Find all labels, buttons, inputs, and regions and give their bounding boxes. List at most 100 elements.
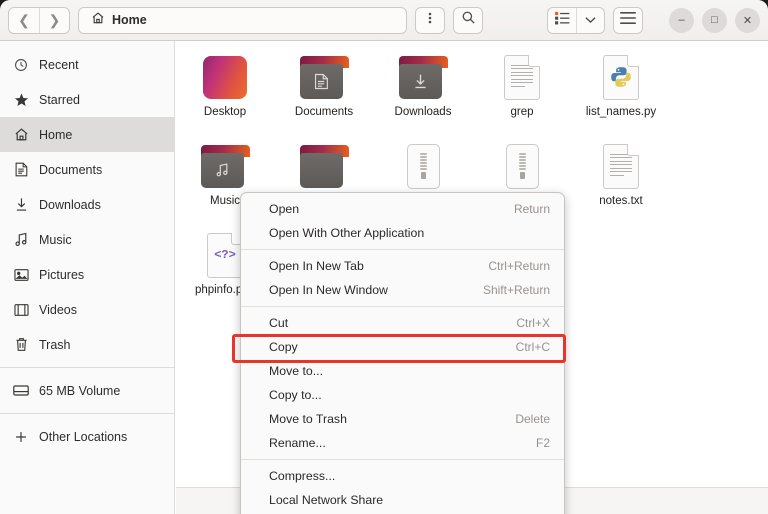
menu-item-move-to-trash[interactable]: Move to Trash Delete [241,407,564,431]
menu-item-compress[interactable]: Compress... [241,464,564,488]
sidebar-item-label: Other Locations [39,429,128,444]
menu-item-accel: Ctrl+X [516,316,550,330]
text-document-icon [504,51,540,103]
archive-icon [406,140,440,192]
trash-icon [13,337,29,353]
sidebar-item-label: Videos [39,302,77,317]
menu-item-label: Open [269,202,300,216]
vertical-dots-icon [428,11,432,30]
sidebar-item-pictures[interactable]: Pictures [0,257,174,292]
close-icon: ✕ [742,14,753,27]
sidebar-item-starred[interactable]: Starred [0,82,174,117]
folder-music-icon [200,140,250,192]
menu-item-local-network-share[interactable]: Local Network Share [241,488,564,512]
menu-separator [241,249,564,250]
menu-item-cut[interactable]: Cut Ctrl+X [241,311,564,335]
menu-item-label: Copy to... [269,388,322,402]
minimize-icon: – [678,14,685,26]
php-file-icon: <?> [207,229,243,281]
menu-item-open-with-other-application[interactable]: Open With Other Application [241,221,564,245]
menu-item-accel: Delete [515,412,550,426]
sidebar-separator [0,413,174,414]
minimize-button[interactable]: – [669,7,694,33]
menu-item-open-in-new-window[interactable]: Open In New Window Shift+Return [241,278,564,302]
sidebar-item-downloads[interactable]: Downloads [0,187,174,222]
home-icon [91,11,105,30]
menu-item-rename[interactable]: Rename... F2 [241,431,564,455]
view-mode-group [547,6,605,34]
chevron-right-icon: ❯ [48,11,61,28]
menu-item-label: Move to... [269,364,323,378]
menu-item-label: Cut [269,316,289,330]
sidebar-item-label: Documents [39,162,103,177]
menu-item-open-in-new-tab[interactable]: Open In New Tab Ctrl+Return [241,254,564,278]
sidebar-item-videos[interactable]: Videos [0,292,174,327]
forward-button[interactable]: ❯ [39,7,69,33]
menu-item-label: Compress... [269,469,336,483]
menu-item-open[interactable]: Open Return [241,197,564,221]
text-document-icon [603,140,639,192]
close-button[interactable]: ✕ [735,7,760,33]
sidebar-item-label: Home [39,127,73,142]
path-bar[interactable]: Home [78,6,407,34]
sidebar-item-trash[interactable]: Trash [0,327,174,362]
film-icon [13,302,29,318]
menu-item-accel: F2 [535,436,550,450]
menu-item-copy-to[interactable]: Copy to... [241,383,564,407]
menu-item-accel: Ctrl+Return [488,259,550,273]
menu-item-label: Open In New Window [269,283,388,297]
view-options-button[interactable] [576,7,604,33]
plus-icon [13,429,29,445]
search-icon [461,10,476,30]
folder-document-icon [299,51,349,103]
sidebar-item-label: Music [39,232,72,247]
sidebar-item-label: Recent [39,57,79,72]
search-button[interactable] [453,6,483,34]
file-item[interactable]: list_names.py [572,47,670,136]
python-file-icon [603,51,639,103]
file-item[interactable]: grep [473,47,571,136]
music-note-icon [13,232,29,248]
file-item[interactable]: Downloads [374,47,472,136]
sidebar-item-label: Pictures [39,267,85,282]
back-button[interactable]: ❮ [9,8,39,33]
chevron-down-icon [585,11,596,29]
sidebar-item-recent[interactable]: Recent [0,47,174,82]
menu-separator [241,459,564,460]
list-view-button[interactable] [548,8,576,33]
file-label: Music [209,195,241,207]
sidebar-item-documents[interactable]: Documents [0,152,174,187]
sidebar-item-label: Starred [39,92,80,107]
file-label: Downloads [394,106,452,118]
chevron-left-icon: ❮ [18,11,30,28]
sidebar-item-other-locations[interactable]: Other Locations [0,419,174,454]
menu-button[interactable] [415,6,445,34]
document-icon [13,162,29,178]
file-label: list_names.py [585,106,657,118]
header-bar: ❮ ❯ Home – □ ✕ [0,0,768,41]
sidebar-item-label: Downloads [39,197,101,212]
menu-item-label: Open With Other Application [269,226,425,240]
menu-item-accel: Shift+Return [482,283,550,297]
sidebar-item-home[interactable]: Home [0,117,174,152]
main-menu-button[interactable] [613,6,643,34]
sidebar-item-volume[interactable]: 65 MB Volume [0,373,174,408]
archive-icon [505,140,539,192]
file-label: Documents [294,106,354,118]
file-item[interactable]: notes.txt [572,136,670,225]
file-item[interactable]: Desktop [176,47,274,136]
desktop-folder-icon [203,51,247,103]
sidebar-item-music[interactable]: Music [0,222,174,257]
navigation-button-group: ❮ ❯ [8,6,70,34]
star-icon [13,92,29,108]
file-item[interactable]: Documents [275,47,373,136]
sidebar-separator [0,367,174,368]
maximize-icon: □ [711,14,718,26]
maximize-button[interactable]: □ [702,7,727,33]
clock-icon [13,57,29,73]
sidebar-item-label: 65 MB Volume [39,383,121,398]
menu-item-label: Rename... [269,436,326,450]
folder-plain-icon [299,140,349,192]
sidebar: Recent Starred Home Documents Downloads … [0,41,175,514]
sidebar-item-label: Trash [39,337,71,352]
